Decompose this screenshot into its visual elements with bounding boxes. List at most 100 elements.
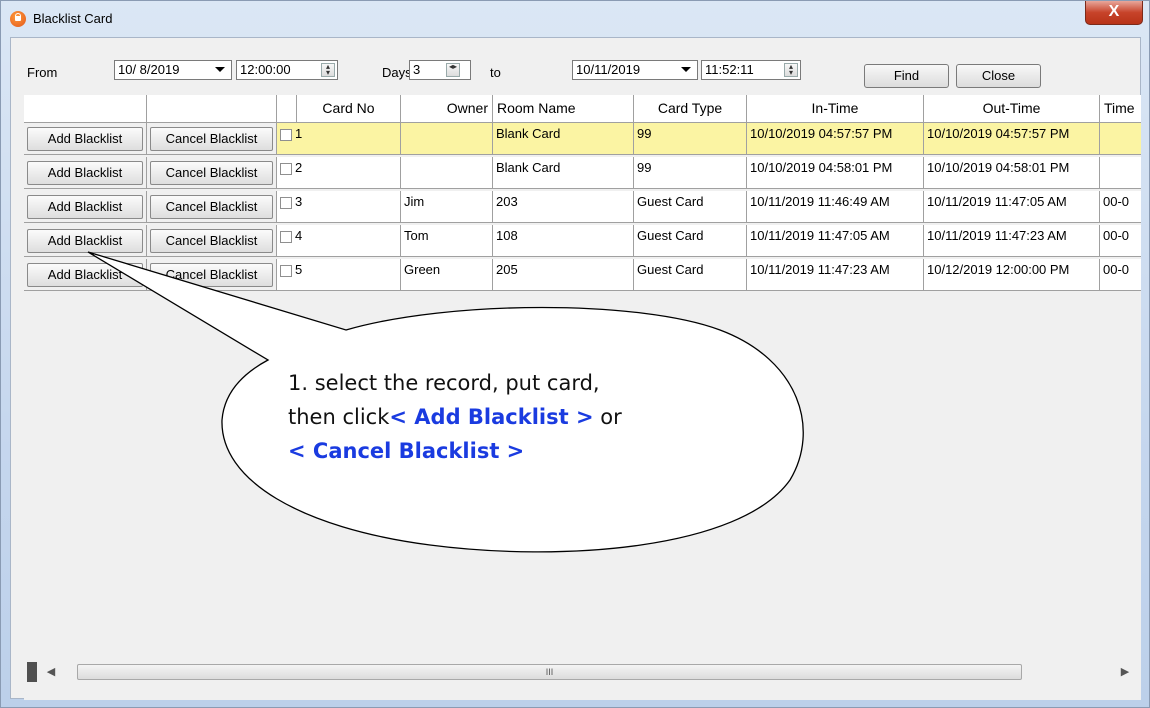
owner-cell[interactable]: Tom	[401, 225, 493, 257]
callout-cancel-highlight: < Cancel Blacklist >	[288, 439, 525, 463]
in-time-cell[interactable]: 10/10/2019 04:58:01 PM	[747, 157, 924, 189]
to-date-picker[interactable]: 10/11/2019	[572, 60, 698, 80]
time-cell[interactable]: 00-0	[1100, 225, 1141, 257]
owner-cell[interactable]: Jim	[401, 191, 493, 223]
row-checkbox[interactable]	[280, 231, 292, 243]
cancel-blacklist-button[interactable]: Cancel Blacklist	[150, 229, 273, 253]
cancel-blacklist-button[interactable]: Cancel Blacklist	[150, 195, 273, 219]
cancel-blacklist-button[interactable]: Cancel Blacklist	[150, 263, 273, 287]
owner-cell[interactable]	[401, 123, 493, 155]
row-checkbox[interactable]	[280, 197, 292, 209]
card-no-value: 3	[295, 194, 303, 209]
table-row[interactable]: Add Blacklist Cancel Blacklist 4 Tom 108 Gues…	[24, 225, 1141, 257]
card-type-cell[interactable]: 99	[634, 157, 747, 189]
room-name-cell[interactable]: Blank Card	[493, 157, 634, 189]
time-cell[interactable]	[1100, 157, 1141, 189]
close-window-button[interactable]: X	[1085, 1, 1143, 25]
column-header-7[interactable]: In-Time	[747, 95, 924, 123]
add-blacklist-button[interactable]: Add Blacklist	[27, 195, 143, 219]
row-checkbox[interactable]	[280, 265, 292, 277]
column-header-2[interactable]	[277, 95, 297, 123]
column-header-3[interactable]: Card No	[297, 95, 401, 123]
to-label: to	[490, 65, 501, 80]
scroll-left-icon[interactable]: ◀	[41, 662, 61, 682]
scroll-right-icon[interactable]: ▶	[1115, 662, 1135, 682]
cancel-cell: Cancel Blacklist	[147, 123, 277, 155]
out-time-cell[interactable]: 10/10/2019 04:58:01 PM	[924, 157, 1100, 189]
spin-leftright-icon[interactable]: ◂▸	[446, 63, 460, 77]
add-cell: Add Blacklist	[24, 225, 147, 257]
select-cell: 1	[277, 123, 401, 155]
out-time-cell[interactable]: 10/10/2019 04:57:57 PM	[924, 123, 1100, 155]
scrollbar-corner	[27, 662, 37, 682]
room-name-cell[interactable]: 108	[493, 225, 634, 257]
days-input[interactable]: 3 ◂▸	[409, 60, 471, 80]
card-no-value: 1	[295, 126, 303, 141]
in-time-cell[interactable]: 10/11/2019 11:47:23 AM	[747, 259, 924, 291]
room-name-cell[interactable]: Blank Card	[493, 123, 634, 155]
table-row[interactable]: Add Blacklist Cancel Blacklist 5 Green 205 Gu…	[24, 259, 1141, 291]
select-cell: 3	[277, 191, 401, 223]
in-time-cell[interactable]: 10/10/2019 04:57:57 PM	[747, 123, 924, 155]
column-header-8[interactable]: Out-Time	[924, 95, 1100, 123]
in-time-cell[interactable]: 10/11/2019 11:47:05 AM	[747, 225, 924, 257]
cancel-cell: Cancel Blacklist	[147, 191, 277, 223]
spin-updown-icon[interactable]: ▴ ▾	[784, 63, 798, 77]
out-time-cell[interactable]: 10/11/2019 11:47:23 AM	[924, 225, 1100, 257]
time-cell[interactable]: 00-0	[1100, 259, 1141, 291]
add-blacklist-button[interactable]: Add Blacklist	[27, 161, 143, 185]
from-date-picker[interactable]: 10/ 8/2019	[114, 60, 232, 80]
cancel-blacklist-button[interactable]: Cancel Blacklist	[150, 127, 273, 151]
room-name-cell[interactable]: 205	[493, 259, 634, 291]
out-time-cell[interactable]: 10/12/2019 12:00:00 PM	[924, 259, 1100, 291]
horizontal-scrollbar[interactable]: ◀ III ▶	[27, 662, 1137, 682]
to-time-picker[interactable]: 11:52:11 ▴ ▾	[701, 60, 801, 80]
table-row[interactable]: Add Blacklist Cancel Blacklist 2 Blank Card…	[24, 157, 1141, 189]
card-type-cell[interactable]: Guest Card	[634, 225, 747, 257]
from-label: From	[27, 65, 58, 80]
from-date-value: 10/ 8/2019	[118, 62, 180, 77]
select-cell: 5	[277, 259, 401, 291]
spin-updown-icon[interactable]: ▴ ▾	[321, 63, 335, 77]
table-row[interactable]: Add Blacklist Cancel Blacklist 1 Blank Card…	[24, 123, 1141, 155]
callout-line-1: 1. select the record, put card,	[288, 371, 600, 395]
find-button[interactable]: Find	[864, 64, 949, 88]
days-value: 3	[413, 62, 421, 77]
cancel-cell: Cancel Blacklist	[147, 259, 277, 291]
cancel-blacklist-button[interactable]: Cancel Blacklist	[150, 161, 273, 185]
add-blacklist-button[interactable]: Add Blacklist	[27, 127, 143, 151]
scrollbar-thumb[interactable]: III	[77, 664, 1022, 680]
card-type-cell[interactable]: Guest Card	[634, 191, 747, 223]
table-row[interactable]: Add Blacklist Cancel Blacklist 3 Jim 203 Gues…	[24, 191, 1141, 223]
add-blacklist-button[interactable]: Add Blacklist	[27, 229, 143, 253]
add-cell: Add Blacklist	[24, 191, 147, 223]
from-time-value: 12:00:00	[240, 62, 291, 77]
close-button[interactable]: Close	[956, 64, 1041, 88]
card-type-cell[interactable]: 99	[634, 123, 747, 155]
callout-line-2: then click< Add Blacklist > or	[288, 400, 758, 434]
out-time-cell[interactable]: 10/11/2019 11:47:05 AM	[924, 191, 1100, 223]
add-blacklist-button[interactable]: Add Blacklist	[27, 263, 143, 287]
column-header-9[interactable]: Time	[1100, 95, 1141, 123]
row-checkbox[interactable]	[280, 129, 292, 141]
column-header-1[interactable]	[147, 95, 277, 123]
time-cell[interactable]	[1100, 123, 1141, 155]
from-time-picker[interactable]: 12:00:00 ▴ ▾	[236, 60, 338, 80]
column-header-6[interactable]: Card Type	[634, 95, 747, 123]
card-type-cell[interactable]: Guest Card	[634, 259, 747, 291]
owner-cell[interactable]: Green	[401, 259, 493, 291]
title-bar: Blacklist Card X	[1, 1, 1149, 37]
column-header-0[interactable]	[24, 95, 147, 123]
row-checkbox[interactable]	[280, 163, 292, 175]
time-cell[interactable]: 00-0	[1100, 191, 1141, 223]
to-time-value: 11:52:11	[705, 62, 754, 77]
owner-cell[interactable]	[401, 157, 493, 189]
room-name-cell[interactable]: 203	[493, 191, 634, 223]
callout-text: 1. select the record, put card, then cli…	[288, 366, 758, 468]
in-time-cell[interactable]: 10/11/2019 11:46:49 AM	[747, 191, 924, 223]
column-header-5[interactable]: Room Name	[493, 95, 634, 123]
add-cell: Add Blacklist	[24, 157, 147, 189]
column-header-4[interactable]: Owner	[401, 95, 493, 123]
card-no-value: 2	[295, 160, 303, 175]
add-cell: Add Blacklist	[24, 259, 147, 291]
